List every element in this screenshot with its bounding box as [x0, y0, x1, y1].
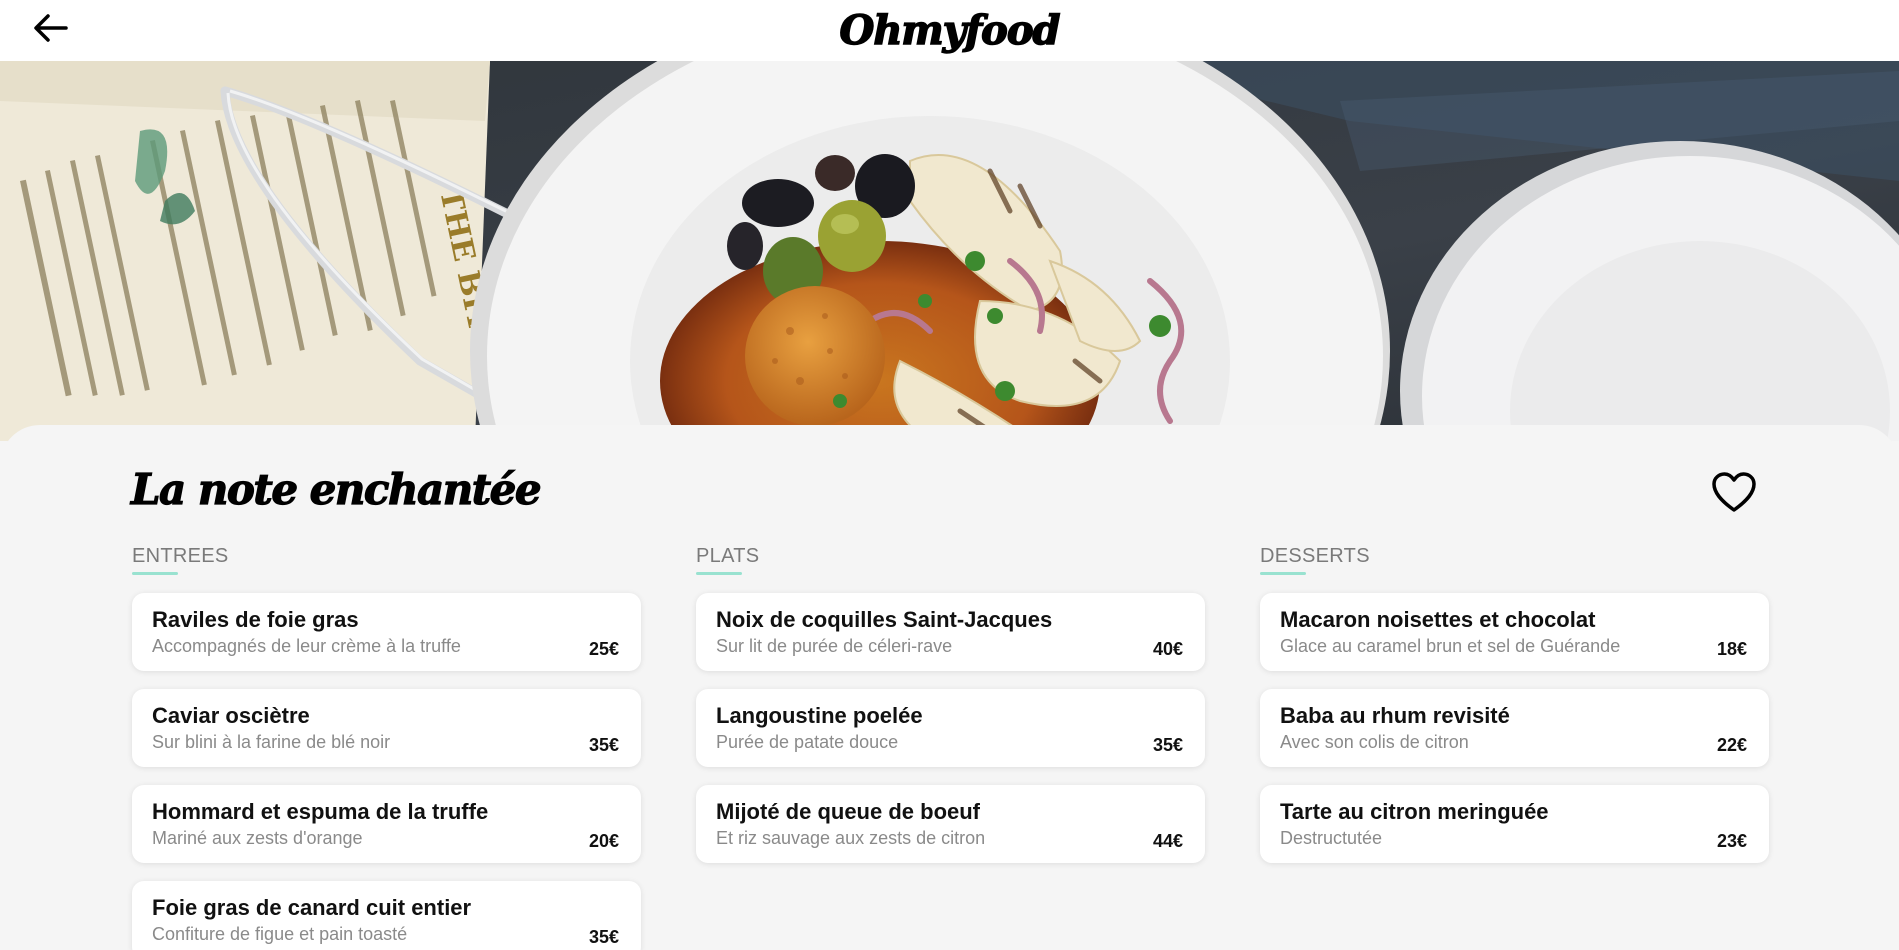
dish-name: Baba au rhum revisité [1280, 703, 1510, 728]
heart-icon [1712, 472, 1756, 512]
dish-price: 35€ [588, 735, 619, 755]
dish-price: 35€ [1152, 735, 1183, 755]
section-underline [132, 572, 178, 575]
dish-card[interactable]: Raviles de foie gras Accompagnés de leur… [132, 593, 641, 671]
dish-price: 20€ [588, 831, 619, 851]
like-button[interactable] [1710, 470, 1758, 514]
dish-description: Sur blini à la farine de blé noir [152, 732, 391, 752]
dish-card[interactable]: Macaron noisettes et chocolat Glace au c… [1260, 593, 1769, 671]
dish-description: Mariné aux zests d'orange [152, 828, 363, 848]
dish-card[interactable]: Tarte au citron meringuée Destructutée 2… [1260, 785, 1769, 863]
dish-description: Et riz sauvage aux zests de citron [716, 828, 986, 848]
dish-description: Sur lit de purée de céleri-rave [716, 636, 953, 656]
section-entrees: ENTREES Raviles de foie gras Accompagnés… [132, 544, 641, 950]
dish-price: 22€ [1716, 735, 1747, 755]
dish-card[interactable]: Langoustine poelée Purée de patate douce… [696, 689, 1205, 767]
dish-card[interactable]: Baba au rhum revisité Avec son colis de … [1260, 689, 1769, 767]
back-button[interactable] [28, 8, 72, 48]
menu-card: THE BITE [0, 61, 501, 441]
app-logo[interactable]: Ohmyfood [839, 6, 1062, 55]
section-underline [696, 572, 742, 575]
dish-description: Accompagnés de leur crème à la truffe [152, 636, 461, 656]
dish-name: Caviar osciètre [152, 703, 310, 728]
dish-price: 18€ [1716, 639, 1747, 659]
dish-card[interactable]: Noix de coquilles Saint-Jacques Sur lit … [696, 593, 1205, 671]
dish-card[interactable]: Caviar osciètre Sur blini à la farine de… [132, 689, 641, 767]
dish-description: Purée de patate douce [716, 732, 899, 752]
restaurant-title: La note enchantée [130, 464, 542, 514]
dish-price: 44€ [1152, 831, 1183, 851]
dish-name: Macaron noisettes et chocolat [1280, 607, 1596, 632]
section-title: ENTREES [132, 545, 229, 567]
dish-name: Langoustine poelée [716, 703, 923, 728]
dish-price: 35€ [588, 927, 619, 947]
section-title: PLATS [696, 545, 760, 567]
dish-description: Confiture de figue et pain toasté [152, 924, 408, 944]
dish-name: Mijoté de queue de boeuf [716, 799, 981, 824]
dish-price: 40€ [1152, 639, 1183, 659]
dish-card[interactable]: Mijoté de queue de boeuf Et riz sauvage … [696, 785, 1205, 863]
dish-name: Raviles de foie gras [152, 607, 359, 632]
section-desserts: DESSERTS Macaron noisettes et chocolat G… [1260, 544, 1769, 881]
dish-price: 23€ [1716, 831, 1747, 851]
section-title: DESSERTS [1260, 545, 1370, 567]
section-underline [1260, 572, 1306, 575]
dish-description: Avec son colis de citron [1280, 732, 1469, 752]
dish-price: 25€ [588, 639, 619, 659]
section-plats: PLATS Noix de coquilles Saint-Jacques Su… [696, 544, 1205, 881]
dish-description: Destructutée [1280, 828, 1383, 848]
dish-name: Foie gras de canard cuit entier [152, 895, 472, 920]
arrow-left-icon [34, 14, 68, 42]
dish-card[interactable]: Foie gras de canard cuit entier Confitur… [132, 881, 641, 950]
restaurant-hero-image: THE BITE [0, 61, 1899, 441]
dish-name: Tarte au citron meringuée [1280, 799, 1549, 824]
dish-description: Glace au caramel brun et sel de Guérande [1280, 636, 1621, 656]
dish-name: Hommard et espuma de la truffe [152, 799, 489, 824]
top-header: Ohmyfood [0, 0, 1899, 61]
dish-name: Noix de coquilles Saint-Jacques [716, 607, 1053, 632]
dish-card[interactable]: Hommard et espuma de la truffe Mariné au… [132, 785, 641, 863]
